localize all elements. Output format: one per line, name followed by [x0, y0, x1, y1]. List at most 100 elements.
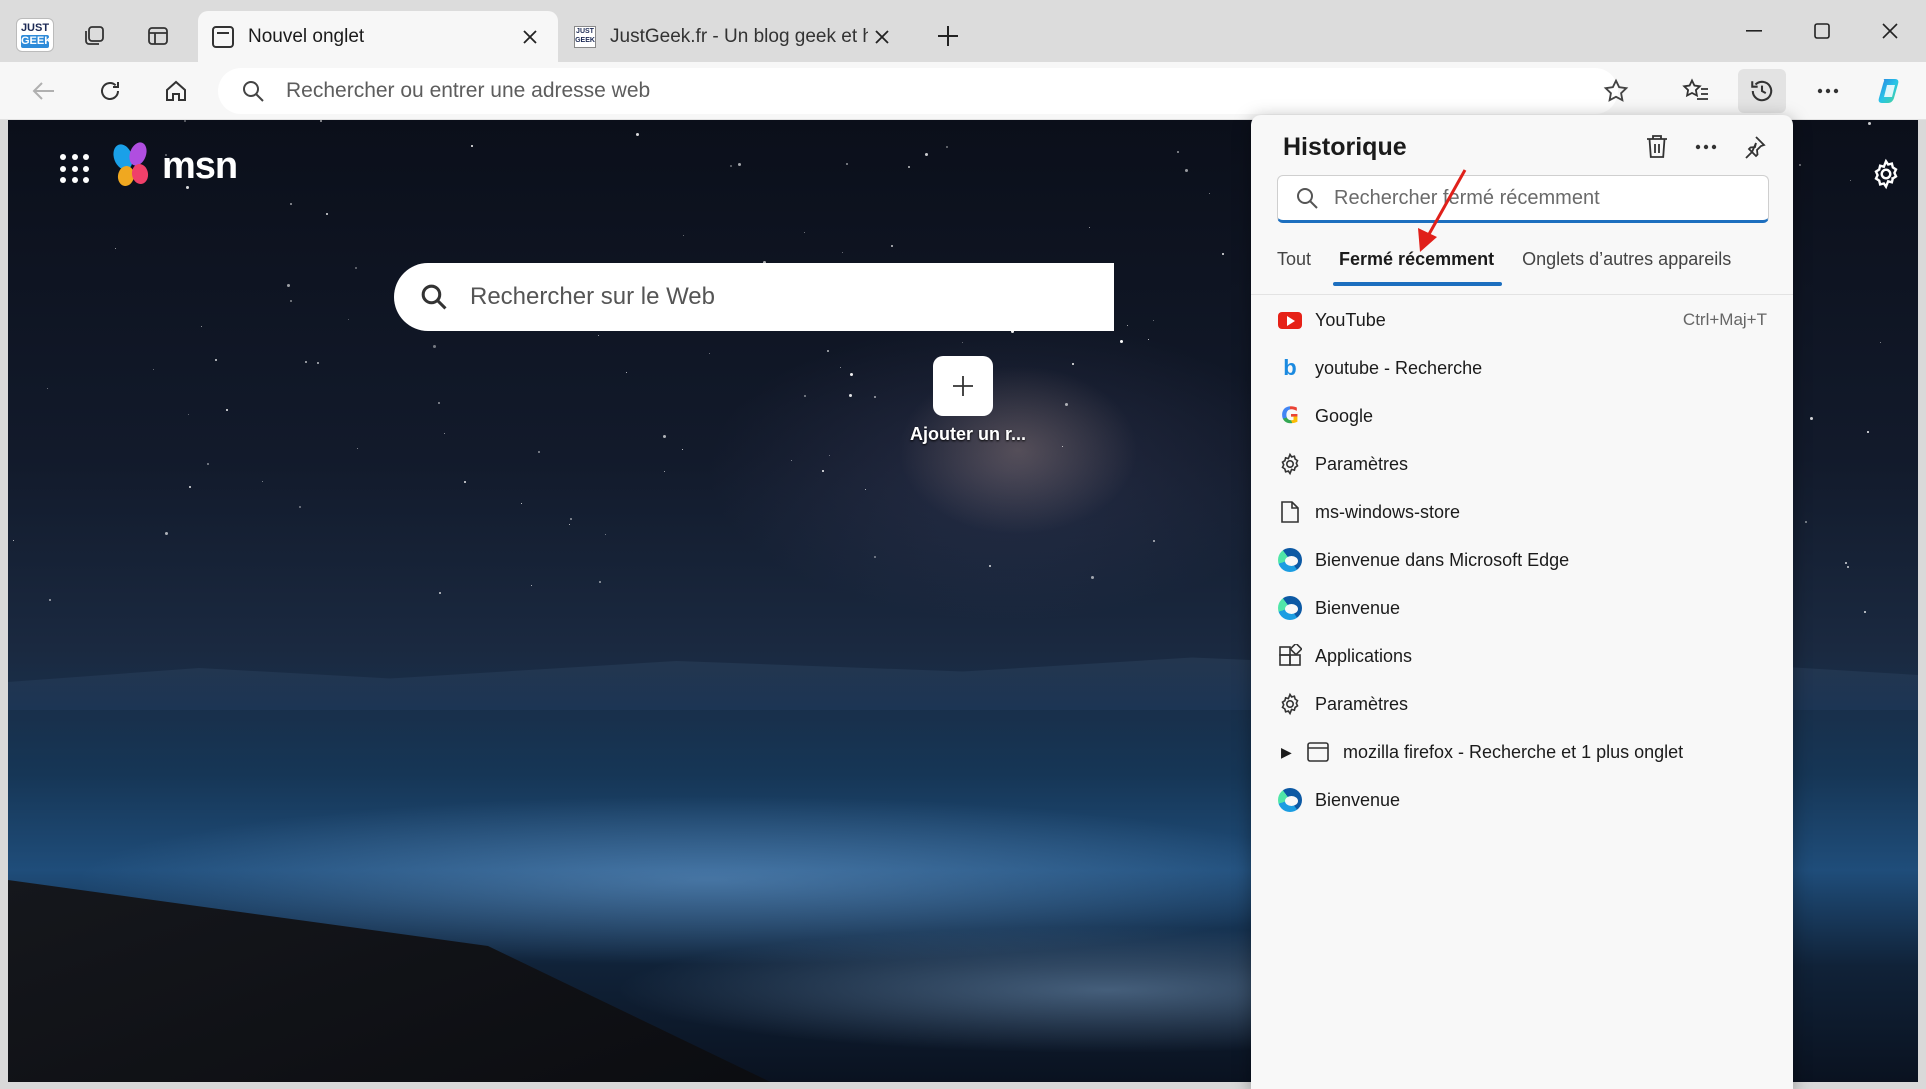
minimize-button[interactable] [1724, 8, 1784, 54]
star [1209, 193, 1210, 194]
history-button[interactable] [1738, 69, 1786, 113]
star [471, 145, 473, 147]
new-tab-button[interactable] [928, 17, 968, 55]
list-item[interactable]: Paramètres [1251, 440, 1793, 488]
pin-panel-icon[interactable] [1732, 125, 1776, 169]
star [439, 592, 441, 594]
star [570, 518, 572, 520]
star [849, 394, 852, 397]
star [444, 433, 445, 434]
list-item[interactable]: Bienvenue [1251, 776, 1793, 824]
star [13, 540, 14, 541]
tab-justgeek[interactable]: JUST GEEK JustGeek.fr - Un blog geek et h… [560, 11, 910, 62]
star [207, 463, 209, 465]
gear-icon [1277, 451, 1303, 477]
document-icon [1277, 499, 1303, 525]
tab-tout[interactable]: Tout [1277, 247, 1319, 287]
star [290, 300, 292, 302]
list-item[interactable]: Bienvenue dans Microsoft Edge [1251, 536, 1793, 584]
list-item[interactable]: YouTube Ctrl+Maj+T [1251, 296, 1793, 344]
star [1091, 576, 1094, 579]
divider [1251, 294, 1793, 295]
page-settings-gear-icon[interactable] [1862, 150, 1910, 198]
star [357, 448, 358, 449]
star [1148, 339, 1149, 340]
star [605, 534, 606, 535]
star [348, 319, 349, 320]
tab-ferme-recemment[interactable]: Fermé récemment [1331, 247, 1503, 287]
star [1120, 340, 1123, 343]
msn-wordmark: msn [162, 144, 238, 187]
history-search-input[interactable]: Rechercher fermé récemment [1277, 175, 1769, 223]
list-item-label: mozilla firefox - Recherche et 1 plus on… [1343, 741, 1684, 762]
list-item[interactable]: G Google [1251, 392, 1793, 440]
history-title: Historique [1283, 133, 1407, 161]
bing-icon: b [1283, 355, 1297, 380]
plus-icon [953, 376, 973, 396]
star [840, 367, 841, 368]
star [184, 120, 186, 122]
list-item-label: Paramètres [1315, 453, 1409, 474]
apps-launcher-icon[interactable] [60, 154, 90, 184]
close-window-button[interactable] [1860, 8, 1920, 54]
google-icon: G [1280, 403, 1300, 429]
justgeek-profile-icon[interactable]: JUST GEEK [16, 18, 54, 52]
app-logo-top-text: JUST [20, 22, 50, 34]
list-item[interactable]: Paramètres [1251, 680, 1793, 728]
history-panel: Historique Rechercher fermé récemment To… [1251, 115, 1793, 1089]
delete-history-trash-icon[interactable] [1635, 125, 1679, 169]
edge-icon [1277, 547, 1303, 573]
star [305, 361, 307, 363]
star [846, 163, 848, 165]
close-tab-icon[interactable] [516, 23, 544, 51]
address-bar[interactable]: Rechercher ou entrer une adresse web [218, 68, 1618, 114]
workspaces-icon[interactable] [74, 17, 114, 55]
star [925, 153, 928, 156]
expand-caret-icon[interactable]: ▶ [1281, 744, 1295, 761]
star [842, 252, 843, 253]
web-search-box[interactable]: Rechercher sur le Web [394, 263, 1114, 331]
star [317, 362, 319, 364]
star [1810, 417, 1813, 420]
msn-logo[interactable]: msn [110, 139, 238, 190]
history-more-options-icon[interactable] [1684, 125, 1728, 169]
more-menu-button[interactable] [1804, 69, 1852, 113]
add-shortcut-label[interactable]: Ajouter un r... [903, 424, 1033, 445]
list-item-group[interactable]: ▶ mozilla firefox - Recherche et 1 plus … [1251, 728, 1793, 776]
list-item-label: Paramètres [1315, 693, 1409, 714]
gear-icon [1277, 691, 1303, 717]
list-item[interactable]: b youtube - Recherche [1251, 344, 1793, 392]
star [1845, 562, 1847, 564]
apps-icon [1277, 643, 1303, 669]
search-icon [243, 81, 264, 102]
tab-onglets-autres-appareils[interactable]: Onglets d’autres appareils [1514, 247, 1739, 287]
home-button[interactable] [152, 69, 200, 113]
maximize-button[interactable] [1792, 8, 1852, 54]
close-tab-icon[interactable] [868, 23, 896, 51]
star [1867, 431, 1869, 433]
list-item-label: Applications [1315, 645, 1413, 666]
favorites-button[interactable] [1672, 69, 1720, 113]
vertical-tabs-icon[interactable] [138, 17, 178, 55]
star [730, 165, 732, 167]
window-group-icon [1305, 739, 1331, 765]
tab-nouvel-onglet[interactable]: Nouvel onglet [198, 11, 558, 62]
star [1062, 446, 1063, 447]
star [1065, 403, 1068, 406]
list-item[interactable]: ms-windows-store [1251, 488, 1793, 536]
navigation-toolbar: Rechercher ou entrer une adresse web [0, 62, 1926, 120]
list-item-label: Bienvenue [1315, 597, 1401, 618]
reopen-shortcut: Ctrl+Maj+T [1682, 310, 1767, 329]
star [464, 481, 466, 483]
list-item[interactable]: Bienvenue [1251, 584, 1793, 632]
copilot-icon[interactable] [1866, 69, 1914, 113]
list-item[interactable]: Applications [1251, 632, 1793, 680]
refresh-button[interactable] [86, 69, 134, 113]
add-favorite-star-icon[interactable] [1592, 69, 1640, 113]
list-item-label: Bienvenue dans Microsoft Edge [1315, 549, 1570, 570]
list-item-label: Bienvenue [1315, 789, 1401, 810]
add-shortcut-button[interactable] [933, 356, 993, 416]
recently-closed-list: YouTube Ctrl+Maj+T b youtube - Recherche… [1251, 296, 1793, 824]
back-button[interactable] [20, 69, 68, 113]
star [226, 409, 228, 411]
